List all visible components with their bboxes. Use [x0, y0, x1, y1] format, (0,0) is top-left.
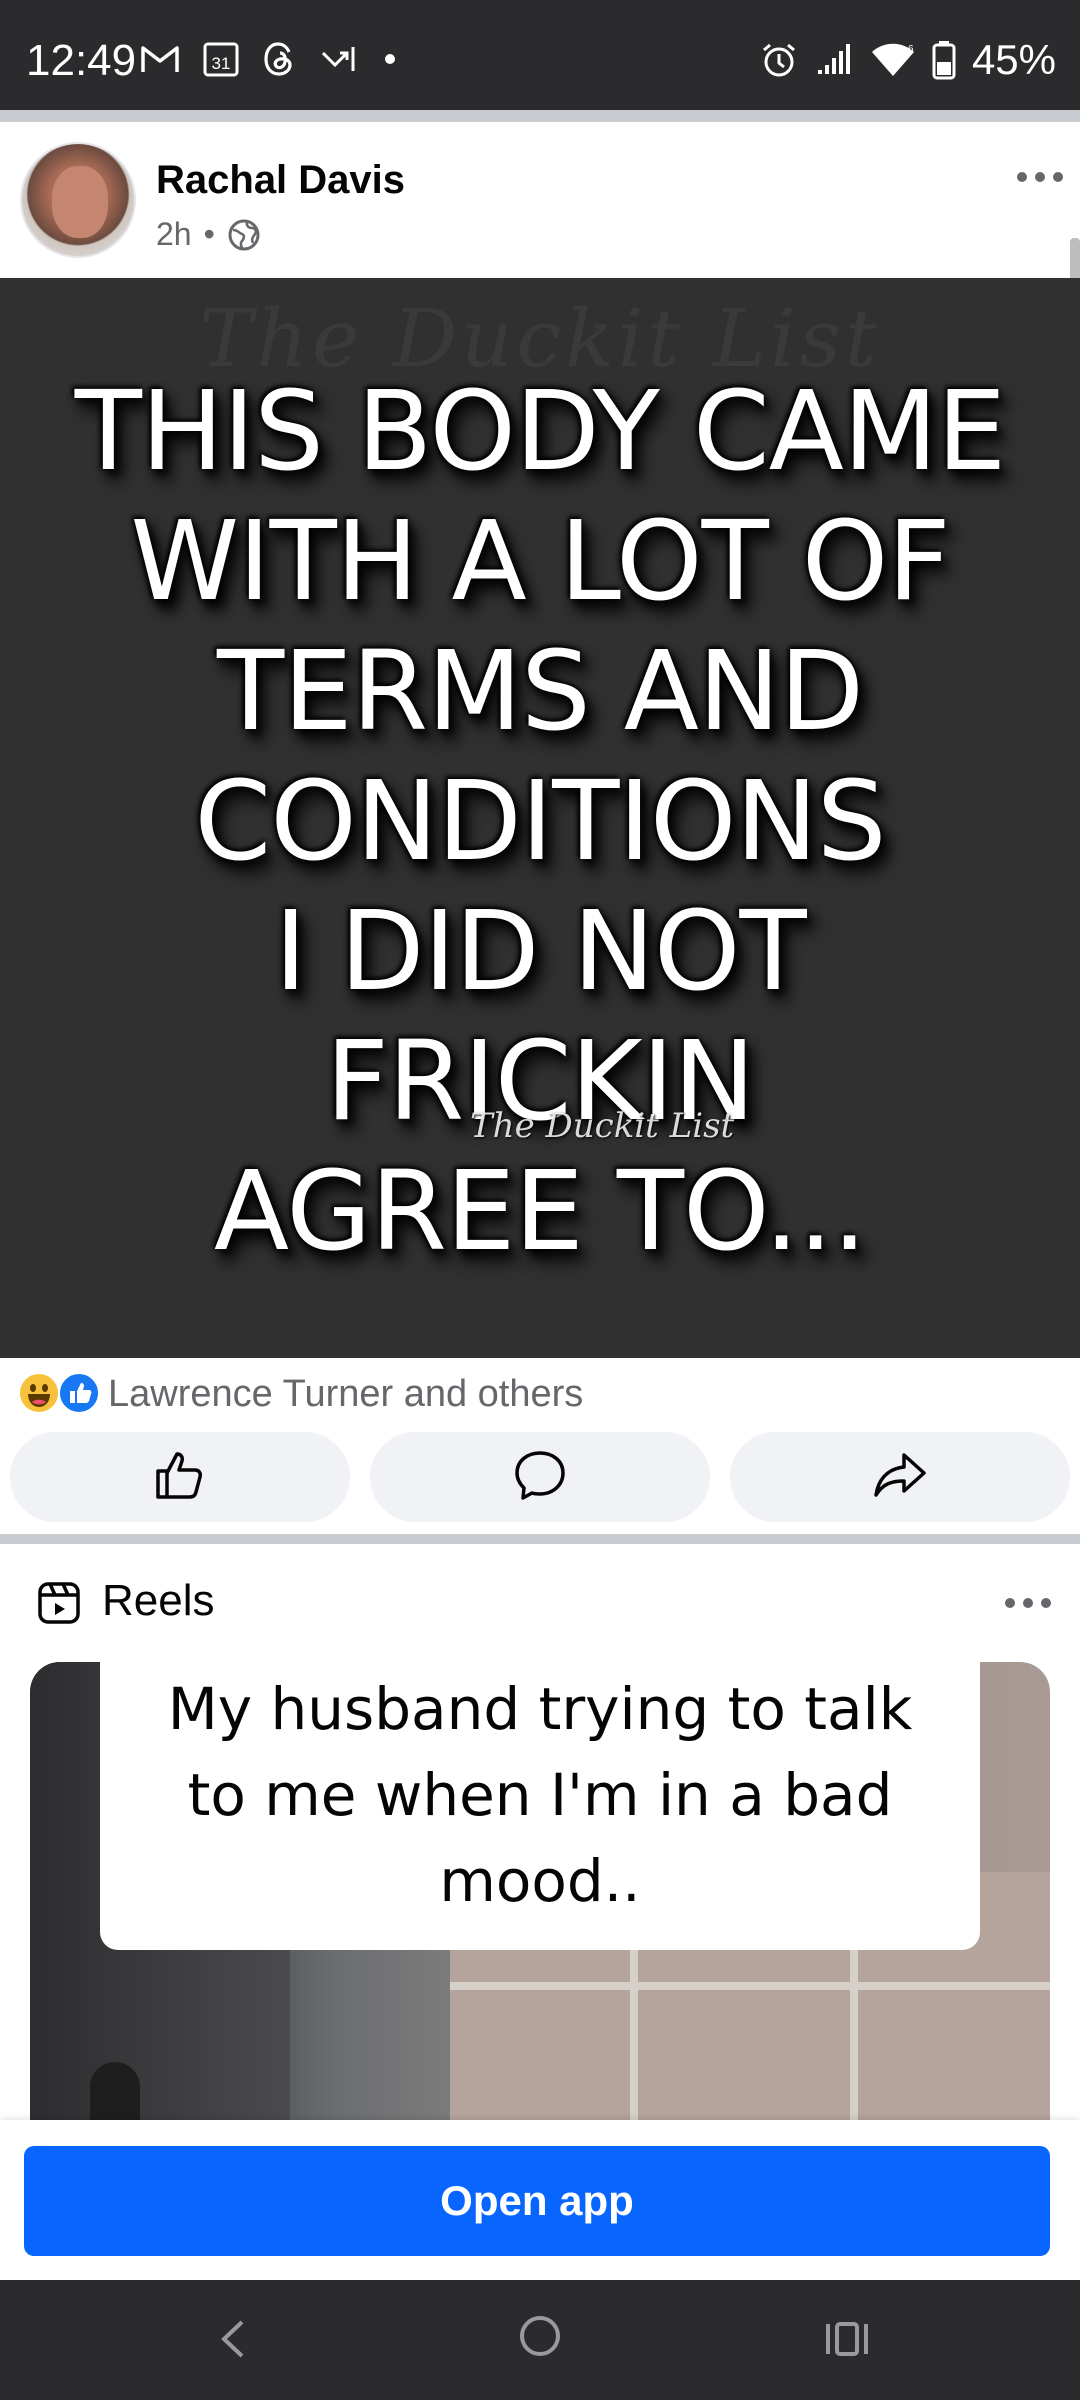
meta-separator: • [203, 216, 215, 252]
reactions-text: Lawrence Turner and others [108, 1372, 584, 1415]
reactions-summary[interactable]: Lawrence Turner and others [0, 1358, 1080, 1430]
back-icon[interactable] [210, 2314, 260, 2369]
image-watermark-center: The Duckit List [470, 1106, 735, 1146]
battery-icon [932, 40, 956, 80]
post-separator [0, 1534, 1080, 1544]
reel-caption-line: to me when I'm in a bad [187, 1761, 893, 1829]
like-reaction-icon [58, 1372, 100, 1414]
reel-caption-line: My husband trying to talk [167, 1675, 913, 1743]
reels-header: Reels [0, 1544, 1080, 1656]
post-meta: 2h • [156, 216, 261, 253]
avatar[interactable] [20, 142, 136, 258]
svg-text:6: 6 [908, 44, 914, 55]
navigation-bar [0, 2280, 1080, 2400]
notification-icons: 31 [140, 40, 398, 78]
reels-more-button[interactable] [998, 1588, 1058, 1618]
status-bar: 12:49 31 6 45% [0, 0, 1080, 110]
open-app-bar: Open app [0, 2120, 1080, 2280]
share-button[interactable] [730, 1432, 1070, 1522]
reels-title[interactable]: Reels [102, 1576, 215, 1626]
alarm-icon [760, 41, 798, 79]
home-icon[interactable] [512, 2308, 568, 2369]
post-header: Rachal Davis 2h • [0, 122, 1080, 278]
recents-icon[interactable] [822, 2314, 872, 2369]
post-image[interactable]: The Duckit List THIS BODY CAME WITH A LO… [0, 278, 1080, 1358]
post-actions [0, 1432, 1080, 1524]
like-button[interactable] [10, 1432, 350, 1522]
globe-icon [227, 218, 261, 252]
meme-line: WITH A LOT OF [130, 497, 950, 625]
meme-line: TERMS AND [216, 627, 864, 755]
dot-icon [382, 51, 398, 67]
gmail-icon [140, 43, 180, 75]
comment-button[interactable] [370, 1432, 710, 1522]
reaction-icons [18, 1372, 104, 1416]
meme-line: I DID NOT [274, 887, 806, 1015]
post-time[interactable]: 2h [156, 216, 192, 253]
feed-divider [0, 110, 1080, 122]
battery-percent: 45% [971, 36, 1056, 83]
open-app-button[interactable]: Open app [24, 2146, 1050, 2256]
system-icons: 6 45% [760, 36, 1056, 84]
reel-caption-line: mood.. [403, 1838, 677, 1932]
like-icon [152, 1449, 208, 1506]
comment-icon [512, 1449, 568, 1506]
author-name[interactable]: Rachal Davis [156, 158, 405, 203]
calendar-date: 31 [212, 54, 231, 73]
meme-line: CONDITIONS [194, 757, 886, 885]
post-more-button[interactable] [1010, 162, 1070, 192]
reels-icon [36, 1580, 82, 1631]
share-icon [872, 1449, 928, 1506]
meme-line: THIS BODY CAME [74, 367, 1007, 495]
haha-reaction-icon [18, 1372, 60, 1414]
calendar-icon: 31 [202, 40, 240, 78]
signal-icon [814, 42, 854, 78]
wifi-icon: 6 [870, 42, 916, 78]
reel-caption: My husband trying to talk to me when I'm… [100, 1662, 980, 1950]
meme-line: AGREE TO... [213, 1147, 867, 1275]
status-time: 12:49 [26, 36, 137, 85]
reel-figure [90, 2062, 140, 2122]
reel-card[interactable]: My husband trying to talk to me when I'm… [30, 1662, 1050, 2122]
threads-icon [262, 40, 298, 78]
missed-call-icon [320, 43, 360, 75]
